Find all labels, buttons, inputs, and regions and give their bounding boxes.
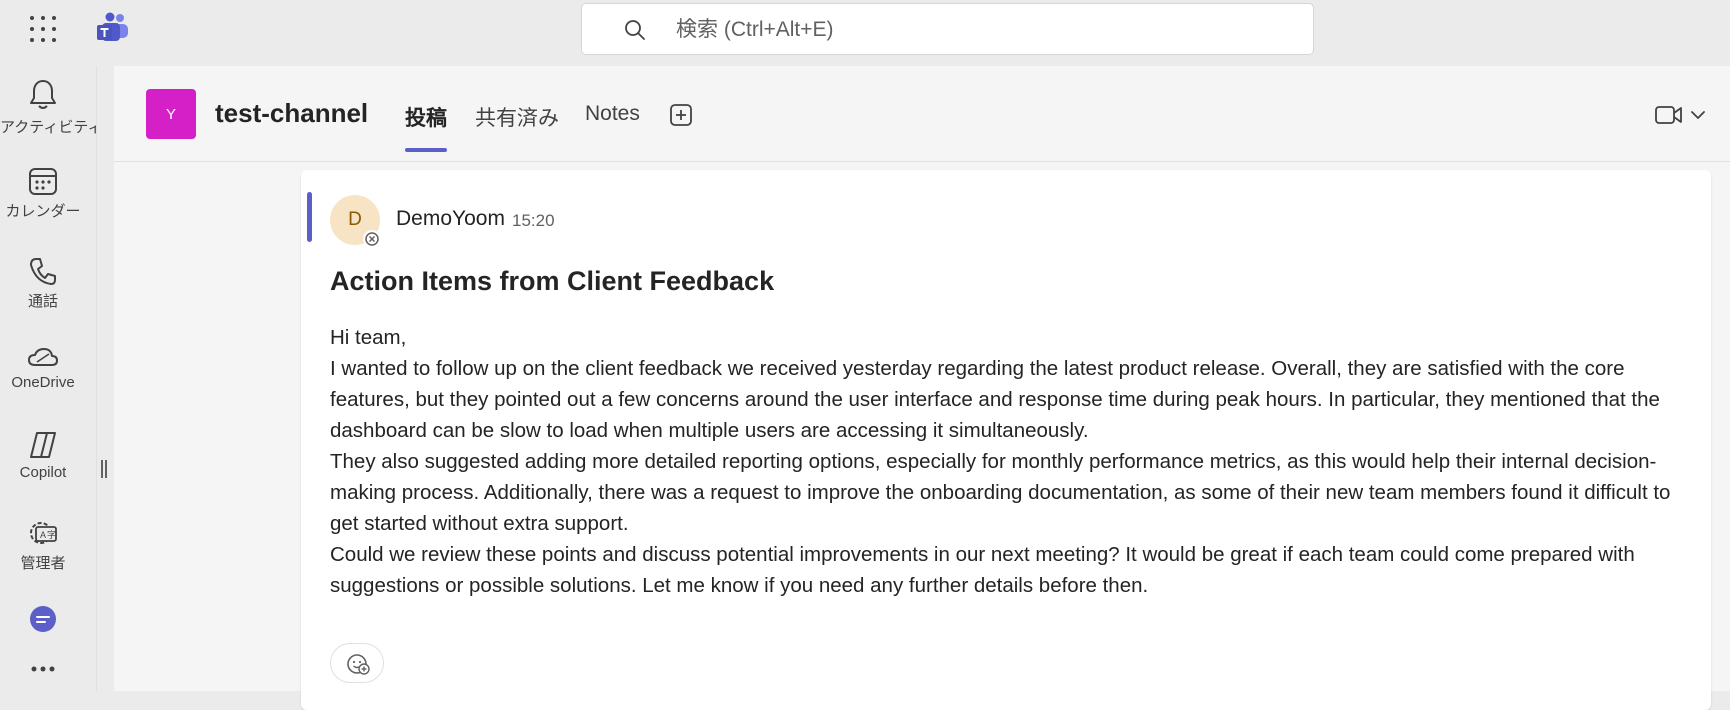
rail-item-copilot[interactable]: Copilot	[0, 430, 86, 510]
rail-item-activity[interactable]: アクティビティ	[0, 78, 103, 158]
team-avatar[interactable]: Y	[146, 89, 196, 139]
app-launcher-waffle-icon[interactable]	[30, 16, 58, 44]
presence-offline-icon	[363, 230, 381, 248]
rail-label: 管理者	[20, 555, 66, 572]
add-reaction-button[interactable]	[330, 643, 384, 683]
cloud-icon	[28, 348, 58, 366]
tab-shared[interactable]: 共有済み	[475, 102, 559, 162]
message-paragraph: Could we review these points and discuss…	[330, 543, 1635, 597]
channel-main: Y test-channel 投稿 共有済み Notes D DemoYoom …	[114, 66, 1730, 710]
author-name[interactable]: DemoYoom	[396, 207, 505, 231]
svg-text:字: 字	[47, 529, 56, 540]
channel-header: Y test-channel 投稿 共有済み Notes	[114, 66, 1730, 162]
app-rail: アクティビティ カレンダー 通話 OneDrive Copilot A 字 管理…	[0, 66, 103, 691]
message-paragraph: I wanted to follow up on the client feed…	[330, 357, 1660, 442]
rail-label: Copilot	[19, 464, 67, 481]
chat-bubble-icon	[30, 606, 56, 632]
tab-posts[interactable]: 投稿	[405, 102, 447, 162]
calendar-icon	[29, 168, 57, 195]
teams-logo-icon[interactable]	[96, 12, 130, 46]
admin-gear-icon: A 字	[30, 522, 57, 544]
message-subject: Action Items from Client Feedback	[330, 266, 775, 296]
more-ellipsis-icon	[31, 666, 55, 672]
rail-item-onedrive[interactable]: OneDrive	[0, 344, 86, 424]
rail-item-admin[interactable]: A 字 管理者	[0, 518, 86, 598]
resize-handle[interactable]	[100, 460, 110, 478]
phone-icon	[30, 258, 56, 285]
search-icon	[625, 20, 645, 40]
message-timestamp: 15:20	[512, 211, 555, 230]
rail-item-calendar[interactable]: カレンダー	[0, 166, 86, 246]
more-apps-button[interactable]	[0, 664, 86, 684]
rail-item-chat-app[interactable]	[0, 604, 86, 640]
rail-item-calls[interactable]: 通話	[0, 256, 86, 336]
rail-label: アクティビティ	[0, 119, 103, 136]
message-paragraph: Hi team,	[330, 326, 407, 349]
title-bar	[0, 0, 1730, 66]
copilot-icon	[30, 432, 56, 458]
tab-notes[interactable]: Notes	[585, 102, 640, 162]
rail-label: カレンダー	[5, 203, 81, 220]
search-input[interactable]	[676, 16, 1276, 44]
add-tab-plus-icon[interactable]	[669, 103, 693, 127]
bell-icon	[30, 80, 56, 109]
message-body: Hi team, I wanted to follow up on the cl…	[330, 322, 1700, 601]
message-card[interactable]: D DemoYoom 15:20 Action Items from Clien…	[301, 170, 1711, 710]
message-paragraph: They also suggested adding more detailed…	[330, 450, 1671, 535]
emoji-add-icon	[347, 654, 370, 675]
message-accent-bar	[307, 192, 312, 242]
svg-text:A: A	[40, 530, 46, 540]
pane-divider	[96, 66, 114, 691]
channel-title: test-channel	[215, 98, 369, 128]
meet-video-icon[interactable]	[1654, 102, 1720, 128]
rail-label: OneDrive	[11, 374, 75, 391]
rail-label: 通話	[27, 293, 58, 310]
search-box[interactable]	[581, 3, 1314, 55]
